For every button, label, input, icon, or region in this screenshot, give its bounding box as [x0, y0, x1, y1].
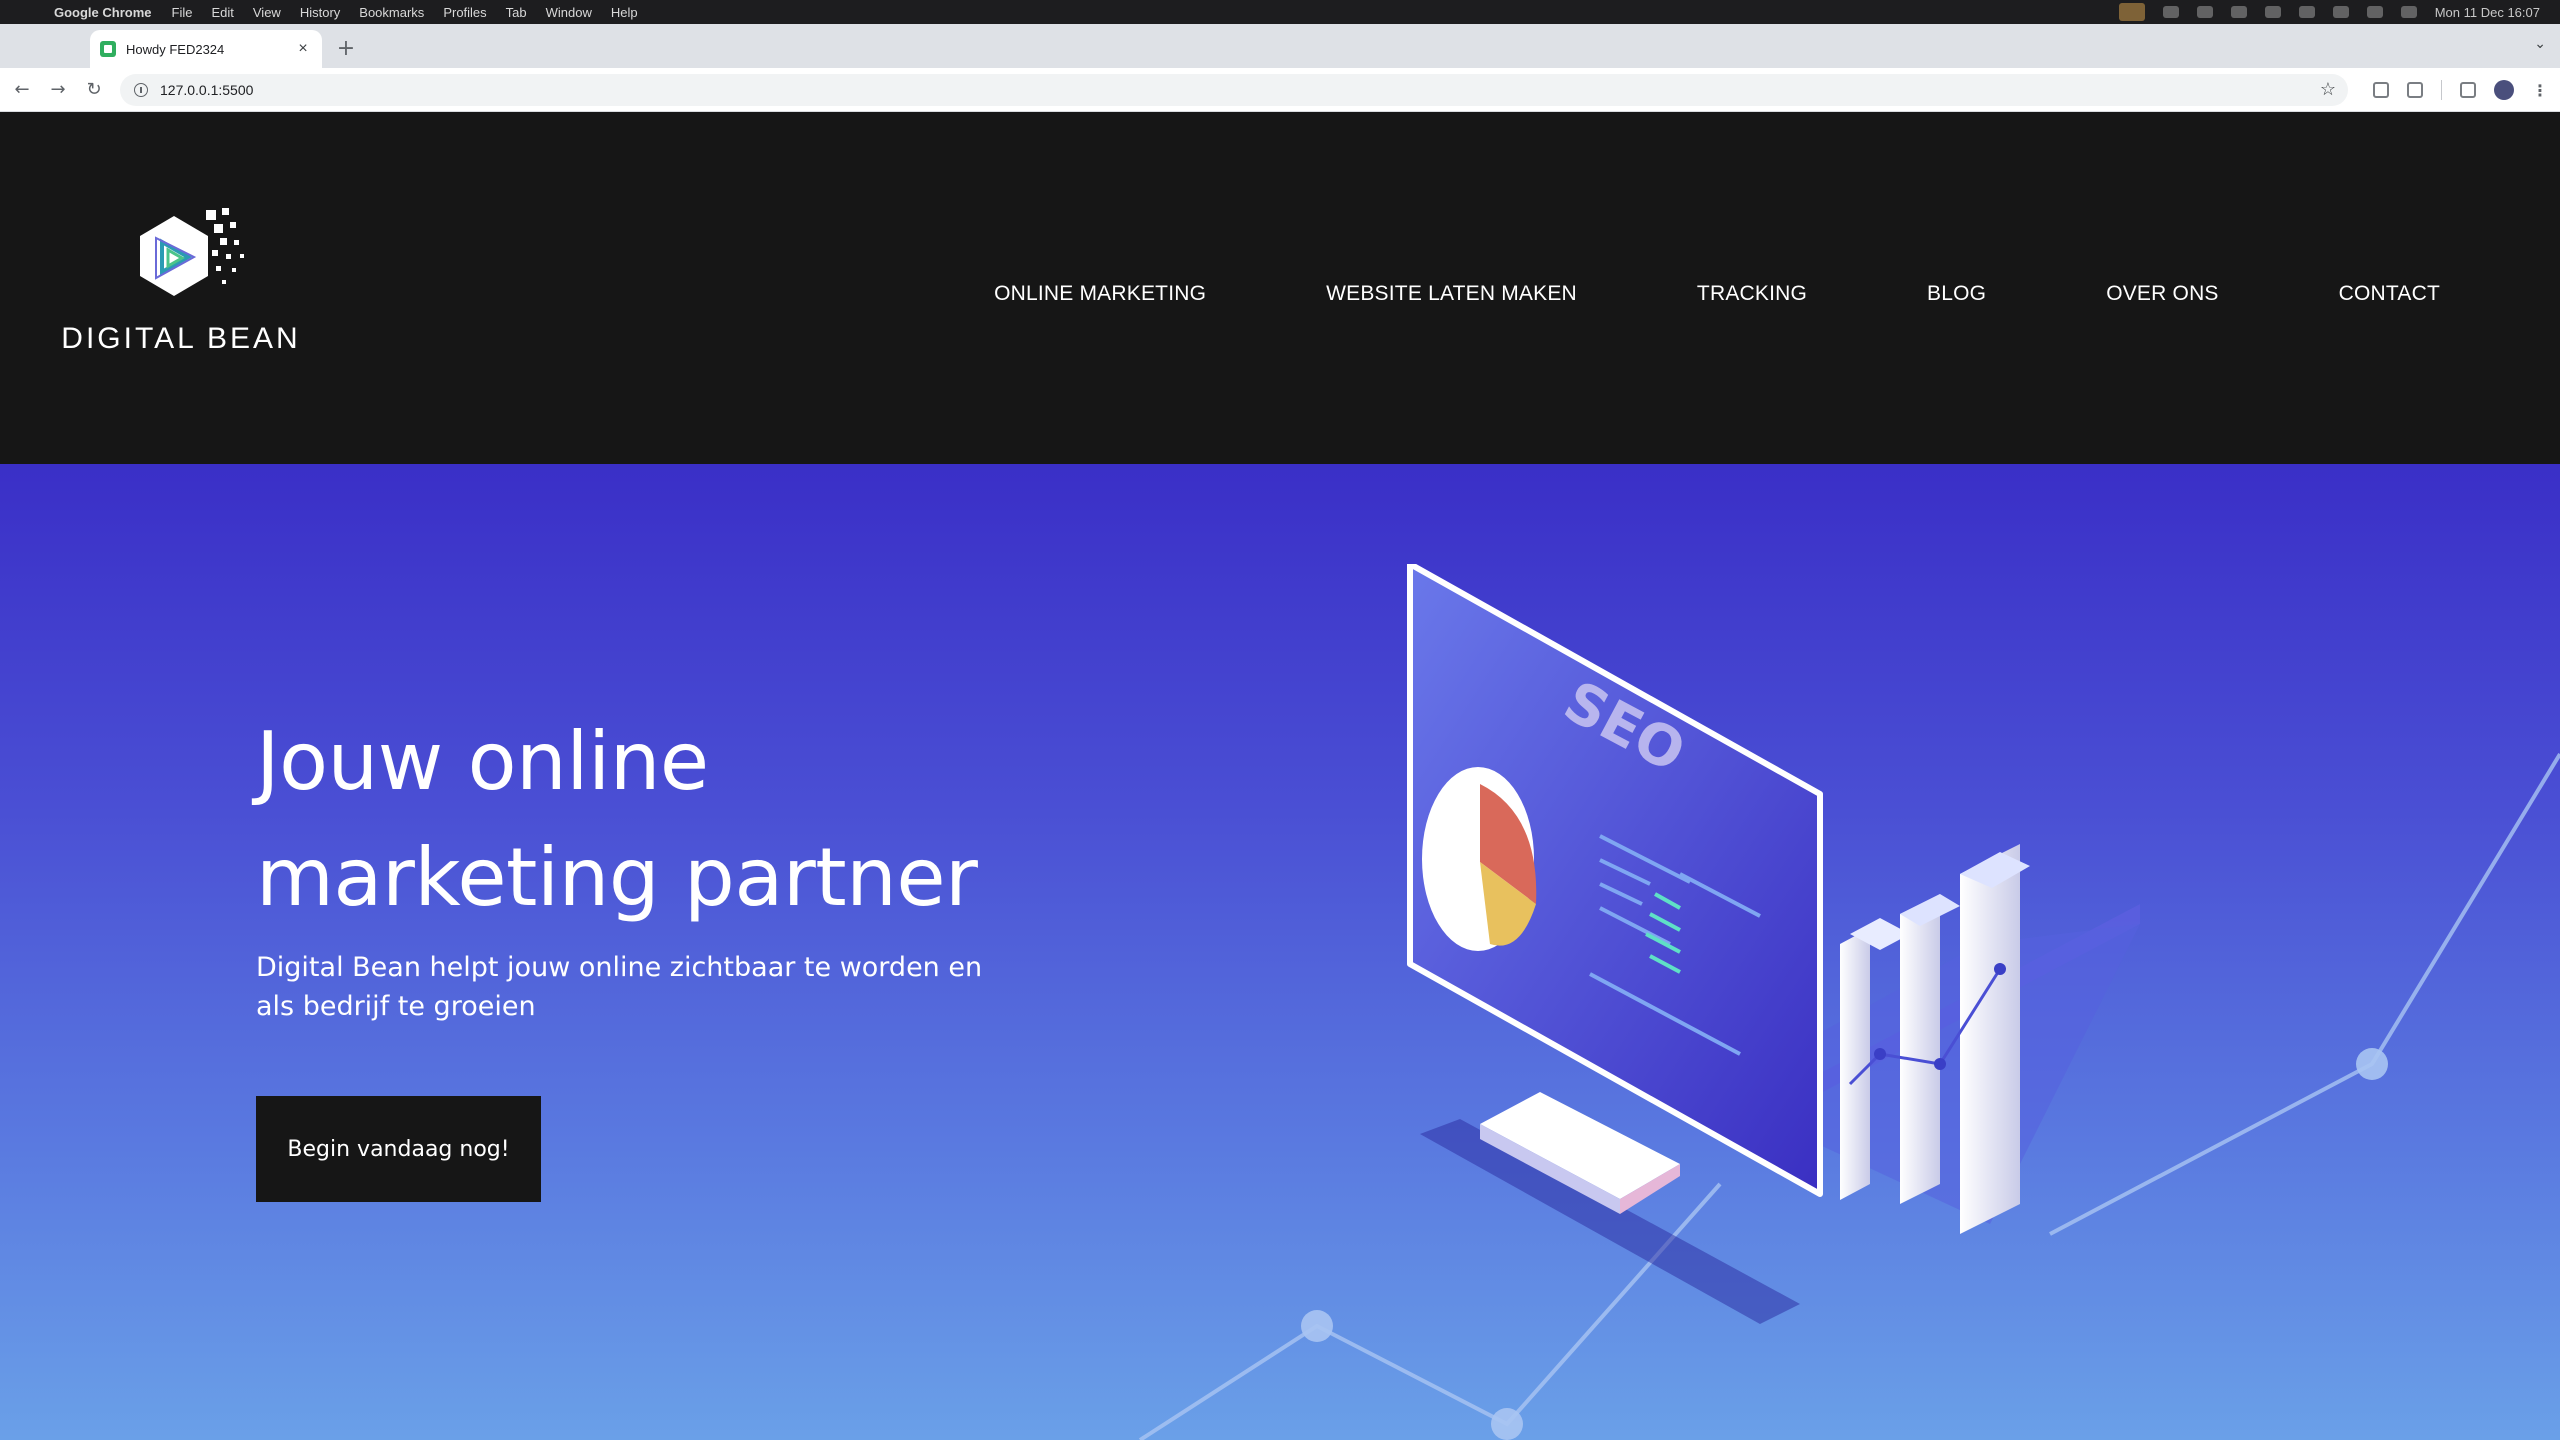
star-icon[interactable]: ☆ — [2320, 79, 2336, 100]
menubar-help[interactable]: Help — [611, 5, 638, 20]
browser-toolbar: ← → ↻ 127.0.0.1:5500 ☆ ⋮ — [0, 68, 2560, 112]
kebab-menu-icon[interactable]: ⋮ — [2532, 81, 2548, 100]
nav-contact[interactable]: CONTACT — [2339, 282, 2440, 306]
back-arrow-icon[interactable]: ← — [8, 76, 36, 104]
nav-tracking[interactable]: TRACKING — [1697, 282, 1807, 306]
hero-title-line-1: Jouw online — [256, 715, 709, 808]
menubar-status-area: Mon 11 Dec 16:07 — [2118, 0, 2540, 24]
new-tab-button[interactable]: + — [334, 36, 358, 61]
hero-subtitle: Digital Bean helpt jouw online zichtbaar… — [256, 952, 983, 1022]
browser-tab[interactable]: Howdy FED2324 × — [90, 30, 322, 68]
site-header: DIGITAL BEAN ONLINE MARKETING WEBSITE LA… — [0, 112, 2560, 464]
address-bar[interactable]: 127.0.0.1:5500 ☆ — [120, 74, 2348, 106]
info-icon[interactable] — [134, 83, 148, 97]
status-search-icon[interactable] — [2366, 6, 2383, 18]
status-battery-icon[interactable] — [2298, 6, 2315, 18]
status-display-icon[interactable] — [2230, 6, 2247, 18]
tab-search-chevron-icon[interactable]: ⌄ — [2534, 36, 2546, 52]
extension-icon[interactable] — [2373, 82, 2389, 98]
nav-blog[interactable]: BLOG — [1927, 282, 1986, 306]
hero-section: Jouw online marketing partner Digital Be… — [0, 464, 2560, 1440]
menubar-file[interactable]: File — [172, 5, 193, 20]
nav-website-laten-maken[interactable]: WEBSITE LATEN MAKEN — [1326, 282, 1577, 306]
status-bluetooth-icon[interactable] — [2264, 6, 2281, 18]
menubar-tab[interactable]: Tab — [506, 5, 527, 20]
menubar-profiles[interactable]: Profiles — [443, 5, 486, 20]
web-page: DIGITAL BEAN ONLINE MARKETING WEBSITE LA… — [0, 112, 2560, 1440]
cta-begin-button[interactable]: Begin vandaag nog! — [256, 1096, 541, 1202]
logo-text: DIGITAL BEAN — [61, 322, 301, 355]
site-logo[interactable]: DIGITAL BEAN — [56, 194, 306, 374]
menubar-clock[interactable]: Mon 11 Dec 16:07 — [2435, 5, 2540, 20]
menubar-bookmarks[interactable]: Bookmarks — [359, 5, 424, 20]
main-navigation: ONLINE MARKETING WEBSITE LATEN MAKEN TRA… — [994, 274, 2440, 314]
profile-icon[interactable] — [2494, 80, 2514, 100]
status-network-icon[interactable] — [2162, 6, 2179, 18]
hero-title-line-2: marketing partner — [256, 831, 978, 924]
menubar-edit[interactable]: Edit — [211, 5, 233, 20]
favicon-icon — [100, 41, 116, 57]
side-panel-icon[interactable] — [2460, 82, 2476, 98]
menubar-view[interactable]: View — [253, 5, 281, 20]
puzzle-icon[interactable] — [2407, 82, 2423, 98]
forward-arrow-icon[interactable]: → — [44, 76, 72, 104]
tab-title: Howdy FED2324 — [126, 41, 225, 57]
os-menu-bar: Google Chrome File Edit View History Boo… — [0, 0, 2560, 24]
status-cloud-icon[interactable] — [2196, 6, 2213, 18]
reload-icon[interactable]: ↻ — [80, 76, 108, 104]
nav-over-ons[interactable]: OVER ONS — [2106, 282, 2218, 306]
seo-illustration: SEO — [1407, 564, 2140, 1324]
menubar-window[interactable]: Window — [546, 5, 592, 20]
browser-tab-strip: Howdy FED2324 × + ⌄ — [0, 24, 2560, 68]
toolbar-divider — [2441, 80, 2442, 100]
apple-icon[interactable] — [20, 4, 36, 20]
toolbar-actions: ⋮ — [2373, 76, 2548, 104]
status-control-center-icon[interactable] — [2400, 6, 2417, 18]
menubar-history[interactable]: History — [300, 5, 340, 20]
status-wifi-icon[interactable] — [2332, 6, 2349, 18]
nav-online-marketing[interactable]: ONLINE MARKETING — [994, 282, 1206, 306]
logo-mark-icon — [140, 208, 244, 296]
close-icon[interactable]: × — [294, 40, 312, 58]
status-app-icon[interactable] — [2118, 3, 2145, 21]
url-text[interactable]: 127.0.0.1:5500 — [160, 82, 253, 98]
hero-title: Jouw online marketing partner — [256, 704, 1156, 936]
menubar-app-name[interactable]: Google Chrome — [54, 5, 152, 20]
